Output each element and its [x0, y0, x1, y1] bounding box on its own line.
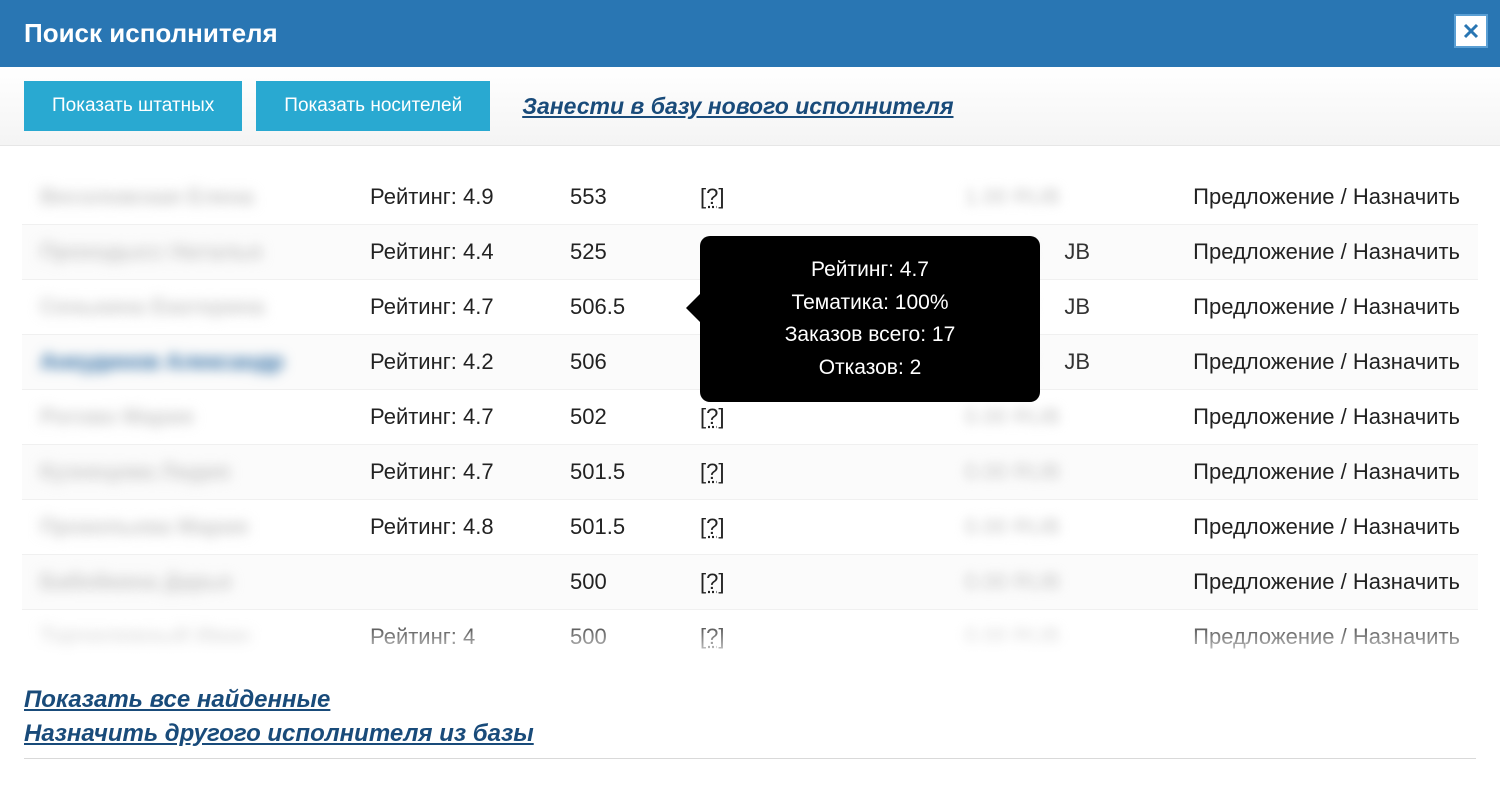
rating-value: 4.8: [463, 514, 494, 539]
rating-prefix: Рейтинг:: [370, 239, 457, 264]
performer-name[interactable]: Тарчилевный Иван: [40, 624, 370, 650]
price-suffix: JB: [1064, 349, 1090, 374]
rating-value: 4.9: [463, 184, 494, 209]
row-actions[interactable]: Предложение / Назначить: [1120, 569, 1460, 595]
tooltip-line: Заказов всего: 17: [730, 319, 1010, 352]
assign-other-link[interactable]: Назначить другого исполнителя из базы: [24, 717, 1476, 751]
rating-prefix: Рейтинг:: [370, 294, 457, 319]
performer-name[interactable]: Анкудинов Александр: [40, 349, 370, 375]
rating-prefix: Рейтинг:: [370, 184, 457, 209]
row-actions[interactable]: Предложение / Назначить: [1120, 624, 1460, 650]
show-natives-button[interactable]: Показать носителей: [256, 81, 490, 131]
row-actions[interactable]: Предложение / Назначить: [1120, 239, 1460, 265]
price-blurred: 0.00 RUB: [965, 624, 1090, 649]
row-actions[interactable]: Предложение / Назначить: [1120, 404, 1460, 430]
performer-name[interactable]: Проходысс Наталья: [40, 239, 370, 265]
rating-value: 4: [463, 624, 475, 649]
rating-value: 4.2: [463, 349, 494, 374]
show-staff-button[interactable]: Показать штатных: [24, 81, 242, 131]
rating-prefix: Рейтинг:: [370, 459, 457, 484]
rating-cell: Рейтинг: 4.8: [370, 514, 570, 540]
price-cell: 0.00 RUB: [770, 514, 1120, 540]
row-actions[interactable]: Предложение / Назначить: [1120, 349, 1460, 375]
row-actions[interactable]: Предложение / Назначить: [1120, 184, 1460, 210]
score-cell: 553: [570, 184, 700, 210]
help-icon[interactable]: [?]: [700, 404, 770, 430]
search-performer-modal: Поиск исполнителя Показать штатных Показ…: [0, 0, 1500, 802]
score-cell: 500: [570, 569, 700, 595]
footer: Показать все найденные Назначить другого…: [0, 665, 1500, 773]
price-suffix: JB: [1064, 239, 1090, 264]
table-row: Бабейкина Дарья 500[?] 0.00 RUB Предложение…: [22, 555, 1478, 610]
tooltip-line: Рейтинг: 4.7: [730, 254, 1010, 287]
toolbar: Показать штатных Показать носителей Зане…: [0, 67, 1500, 146]
price-blurred: 0.00 RUB: [965, 459, 1090, 484]
rating-cell: Рейтинг: 4.9: [370, 184, 570, 210]
price-cell: 0.00 RUB: [770, 624, 1120, 650]
close-button[interactable]: [1454, 14, 1488, 48]
score-cell: 500: [570, 624, 700, 650]
help-icon[interactable]: [?]: [700, 514, 770, 540]
rating-cell: Рейтинг: 4.2: [370, 349, 570, 375]
score-cell: 506.5: [570, 294, 700, 320]
modal-header: Поиск исполнителя: [0, 0, 1500, 67]
rating-prefix: Рейтинг:: [370, 624, 457, 649]
performer-name[interactable]: Весоловская Елена: [40, 184, 370, 210]
performer-name[interactable]: Бабейкина Дарья: [40, 569, 370, 595]
price-cell: 0.00 RUB: [770, 569, 1120, 595]
tooltip-line: Отказов: 2: [730, 352, 1010, 385]
help-icon[interactable]: [?]: [700, 459, 770, 485]
help-icon[interactable]: [?]: [700, 569, 770, 595]
rating-value: 4.4: [463, 239, 494, 264]
footer-divider: [24, 758, 1476, 759]
score-cell: 502: [570, 404, 700, 430]
rating-value: 4.7: [463, 404, 494, 429]
rating-prefix: Рейтинг:: [370, 349, 457, 374]
performers-table: Весоловская ЕленаРейтинг: 4.9553[?]1.00 …: [0, 170, 1500, 665]
price-blurred: 0.00 RUB: [965, 514, 1090, 539]
price-cell: 0.00 RUB: [770, 459, 1120, 485]
rating-value: 4.7: [463, 459, 494, 484]
rating-value: 4.7: [463, 294, 494, 319]
help-icon[interactable]: [?]: [700, 624, 770, 650]
rating-prefix: Рейтинг:: [370, 404, 457, 429]
close-icon: [1461, 21, 1481, 41]
price-blurred: 0.00 RUB: [965, 569, 1090, 594]
rating-cell: Рейтинг: 4.4: [370, 239, 570, 265]
row-actions[interactable]: Предложение / Назначить: [1120, 514, 1460, 540]
show-all-found-link[interactable]: Показать все найденные: [24, 683, 1476, 717]
performer-name[interactable]: Прокопьева Мария: [40, 514, 370, 540]
price-cell: 0.00 RUB: [770, 404, 1120, 430]
rating-cell: Рейтинг: 4.7: [370, 459, 570, 485]
performer-name[interactable]: Кузнецова Лидия: [40, 459, 370, 485]
rating-cell: Рейтинг: 4: [370, 624, 570, 650]
table-row: Тарчилевный ИванРейтинг: 4500[?]0.00 RUB…: [22, 610, 1478, 665]
score-cell: 506: [570, 349, 700, 375]
modal-title: Поиск исполнителя: [24, 18, 278, 48]
table-row: Кузнецова ЛидияРейтинг: 4.7501.5[?]0.00 …: [22, 445, 1478, 500]
performer-name[interactable]: Рогово Мария: [40, 404, 370, 430]
score-cell: 501.5: [570, 514, 700, 540]
score-cell: 501.5: [570, 459, 700, 485]
price-blurred: 0.00 RUB: [965, 404, 1090, 429]
help-icon[interactable]: [?]: [700, 184, 770, 210]
tooltip-line: Тематика: 100%: [730, 287, 1010, 320]
price-blurred: 1.00 RUB: [965, 184, 1090, 209]
table-row: Весоловская ЕленаРейтинг: 4.9553[?]1.00 …: [22, 170, 1478, 225]
score-cell: 525: [570, 239, 700, 265]
price-cell: 1.00 RUB: [770, 184, 1120, 210]
performer-name[interactable]: Сенькина Екатерина: [40, 294, 370, 320]
row-actions[interactable]: Предложение / Назначить: [1120, 294, 1460, 320]
rating-prefix: Рейтинг:: [370, 514, 457, 539]
row-actions[interactable]: Предложение / Назначить: [1120, 459, 1460, 485]
rating-cell: Рейтинг: 4.7: [370, 404, 570, 430]
rating-tooltip: Рейтинг: 4.7 Тематика: 100% Заказов всег…: [700, 236, 1040, 402]
table-row: Прокопьева МарияРейтинг: 4.8501.5[?]0.00…: [22, 500, 1478, 555]
rating-cell: Рейтинг: 4.7: [370, 294, 570, 320]
price-suffix: JB: [1064, 294, 1090, 319]
add-new-performer-link[interactable]: Занести в базу нового исполнителя: [522, 93, 953, 120]
